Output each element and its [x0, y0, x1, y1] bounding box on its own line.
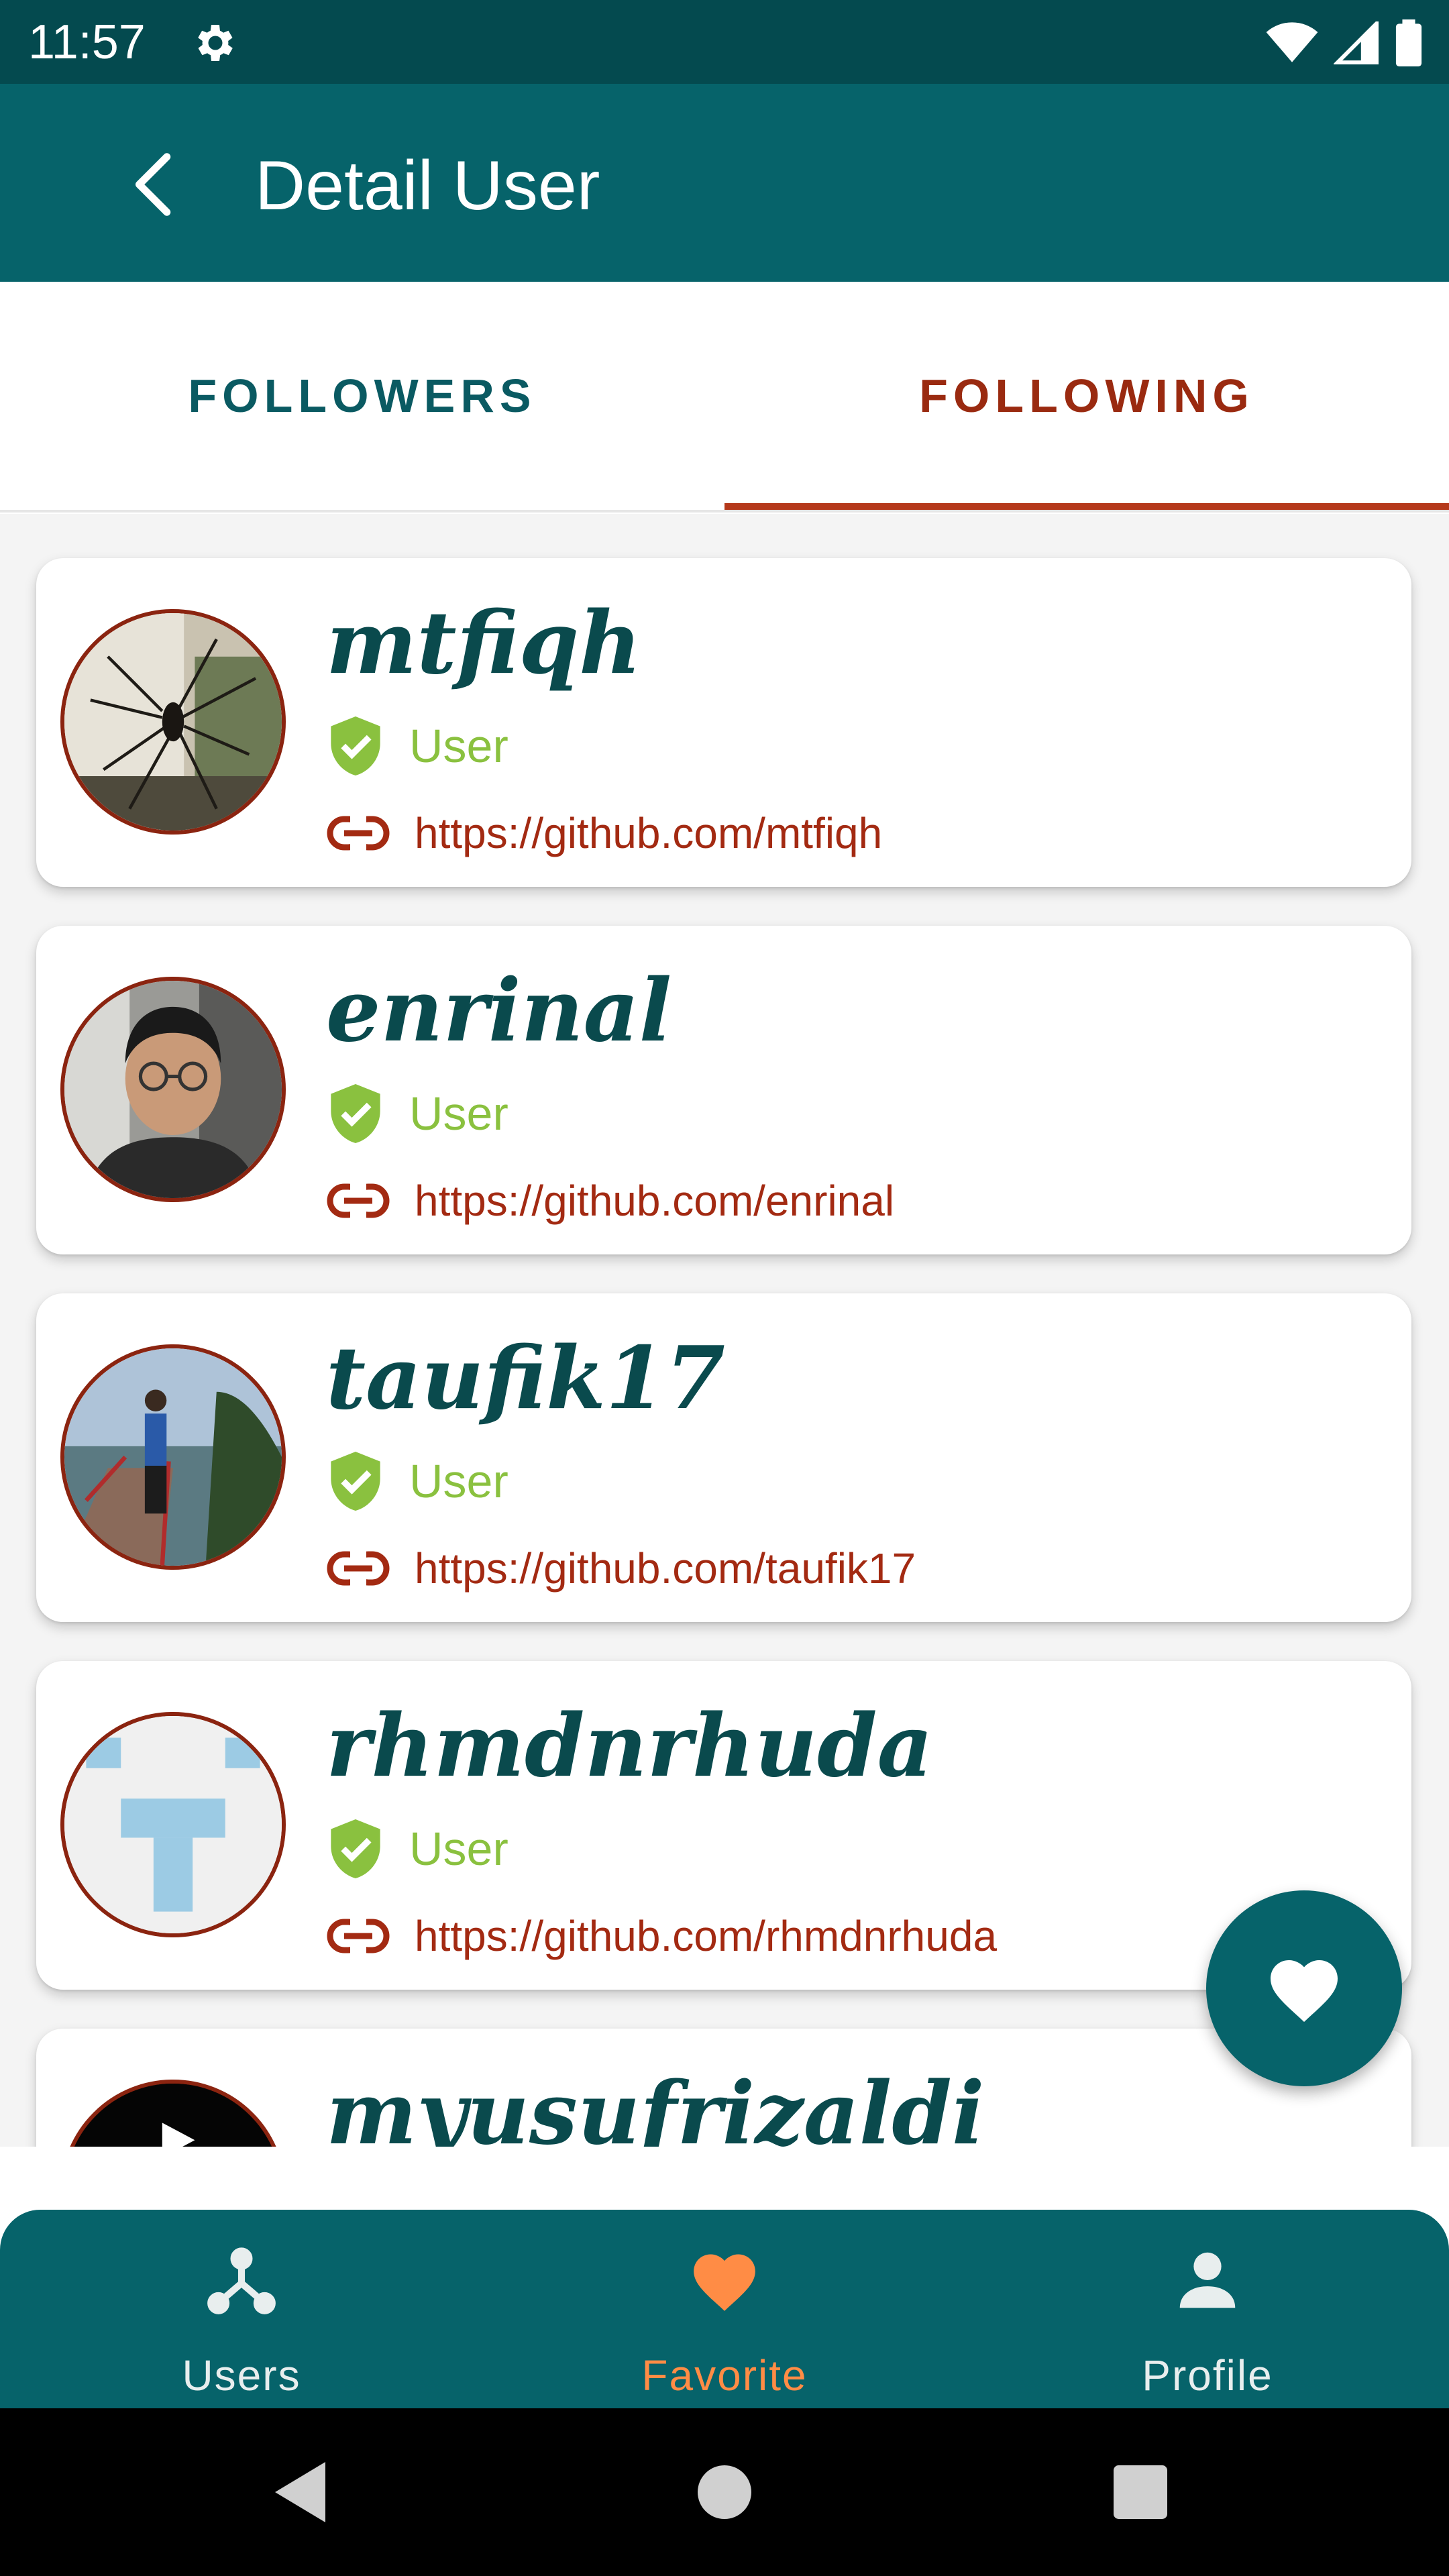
page-title: Detail User: [255, 147, 600, 225]
avatar: [60, 2080, 286, 2147]
avatar-image-spider: [64, 613, 282, 830]
app-bar: Detail User: [0, 84, 1449, 282]
nav-label-profile: Profile: [1142, 2351, 1273, 2400]
verified-shield-icon: [331, 1819, 380, 1878]
status-bar: 11:57: [0, 0, 1449, 84]
avatar-image-identicon: [64, 1716, 282, 1933]
system-home-icon[interactable]: [684, 2452, 765, 2532]
username: taufik17: [326, 1328, 725, 1429]
role-row: User: [326, 1080, 508, 1147]
profile-url[interactable]: https://github.com/mtfiqh: [415, 808, 882, 858]
nav-item-favorite[interactable]: Favorite: [483, 2210, 966, 2408]
tab-bar: FOLLOWERS FOLLOWING: [0, 282, 1449, 513]
link-row: https://github.com/taufik17: [326, 1535, 916, 1602]
nav-item-profile[interactable]: Profile: [966, 2210, 1449, 2408]
user-card[interactable]: myusufrizaldi: [36, 2029, 1411, 2147]
system-navigation-bar: [0, 2408, 1449, 2576]
role-label: User: [409, 720, 508, 772]
user-card[interactable]: rhmdnrhuda User https://github.com/rhmdn…: [36, 1661, 1411, 1990]
nav-item-users[interactable]: Users: [0, 2210, 483, 2408]
avatar-image-man-glasses: [64, 981, 282, 1198]
avatar: [60, 1712, 286, 1937]
graph-icon: [207, 2247, 276, 2314]
username: rhmdnrhuda: [326, 1696, 933, 1796]
system-back-icon[interactable]: [262, 2452, 342, 2532]
profile-url[interactable]: https://github.com/rhmdnrhuda: [415, 1911, 997, 1961]
status-time: 11:57: [28, 15, 146, 69]
role-label: User: [409, 1823, 508, 1875]
tab-indicator: [724, 503, 1449, 510]
avatar: [60, 1344, 286, 1570]
heart-icon: [694, 2254, 755, 2311]
link-row: https://github.com/rhmdnrhuda: [326, 1902, 997, 1970]
favorite-fab-button[interactable]: [1206, 1890, 1402, 2086]
avatar: [60, 977, 286, 1202]
username: myusufrizaldi: [326, 2063, 985, 2147]
wifi-icon: [1266, 22, 1318, 62]
role-row: User: [326, 712, 508, 780]
avatar: [60, 609, 286, 835]
username: enrinal: [326, 961, 672, 1061]
link-icon: [327, 1918, 390, 1954]
nav-label-users: Users: [182, 2351, 301, 2400]
back-arrow-icon[interactable]: [121, 148, 195, 221]
role-label: User: [409, 1087, 508, 1140]
link-icon: [327, 815, 390, 851]
system-recents-icon[interactable]: [1100, 2452, 1181, 2532]
verified-shield-icon: [331, 1084, 380, 1143]
avatar-image-dark: [64, 2084, 282, 2147]
verified-shield-icon: [331, 1452, 380, 1511]
battery-icon: [1395, 19, 1422, 66]
user-card[interactable]: mtfiqh User https://github.com/mtfiqh: [36, 558, 1411, 887]
link-row: https://github.com/mtfiqh: [326, 800, 882, 867]
profile-url[interactable]: https://github.com/taufik17: [415, 1544, 916, 1593]
tab-followers[interactable]: FOLLOWERS: [0, 282, 724, 510]
settings-gear-icon: [198, 25, 233, 61]
username: mtfiqh: [326, 593, 642, 694]
profile-url[interactable]: https://github.com/enrinal: [415, 1176, 894, 1226]
nav-label-favorite: Favorite: [641, 2351, 808, 2400]
user-card[interactable]: enrinal User https://github.com/enrinal: [36, 926, 1411, 1254]
signal-icon: [1334, 21, 1379, 64]
role-row: User: [326, 1448, 508, 1515]
role-label: User: [409, 1455, 508, 1507]
heart-icon: [1271, 1960, 1338, 2022]
following-list[interactable]: mtfiqh User https://github.com/mtfiqh en…: [0, 514, 1449, 2147]
person-icon: [1179, 2252, 1236, 2308]
status-indicators: [1265, 19, 1422, 67]
user-card[interactable]: taufik17 User https://github.com/taufik1…: [36, 1293, 1411, 1622]
verified-shield-icon: [331, 716, 380, 775]
link-icon: [327, 1183, 390, 1219]
link-row: https://github.com/enrinal: [326, 1167, 894, 1234]
role-row: User: [326, 1815, 508, 1882]
avatar-image-pier: [64, 1348, 282, 1566]
link-icon: [327, 1550, 390, 1587]
tab-following[interactable]: FOLLOWING: [724, 282, 1449, 510]
bottom-navigation: Users Favorite Profile: [0, 2210, 1449, 2408]
